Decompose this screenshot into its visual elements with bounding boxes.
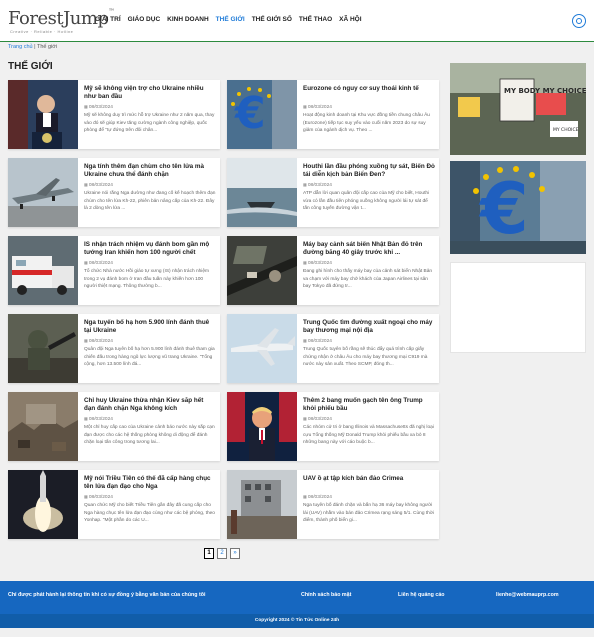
sign-text: MY CHOICE (553, 127, 579, 133)
article-excerpt: Hoạt động kinh doanh tại Khu vực đồng ti… (303, 113, 430, 134)
article-thumbnail[interactable] (227, 392, 297, 461)
article-card[interactable]: Houthi lần đầu phóng xuồng tự sát, Biển … (227, 158, 439, 227)
footer-ads-link[interactable]: Liên hệ quảng cáo (398, 592, 445, 598)
article-title[interactable]: IS nhận trách nhiệm vụ đánh bom gần mộ t… (84, 241, 216, 258)
article-excerpt: Đang ghi hình cho thấy máy bay của cảnh … (303, 269, 433, 290)
site-footer: Chỉ được phát hành lại thông tin khi có … (0, 581, 594, 614)
article-excerpt: ATP dẫn lời quan quân đội cấp cao của Mỹ… (303, 191, 430, 212)
article-title[interactable]: Chỉ huy Ukraine thừa nhận Kiev sắp hết đ… (84, 397, 216, 414)
article-title[interactable]: Mỹ nói Triều Tiên có thể đã cấp hàng chụ… (84, 475, 216, 492)
article-excerpt: Tổ chức Nhà nước Hồi giáo tự xưng (IS) n… (84, 269, 210, 290)
main-nav: GIẢI TRÍ GIÁO DỤC KINH DOANH THẾ GIỚI TH… (95, 16, 362, 23)
svg-text:€: € (478, 168, 529, 250)
article-date: 08/03/2024 (303, 494, 332, 500)
logo-text: ForestJump (8, 8, 109, 29)
article-thumbnail[interactable] (8, 80, 78, 149)
article-date: 08/03/2024 (84, 494, 113, 500)
article-date: 08/03/2024 (303, 182, 332, 188)
article-excerpt: Quân đội Nga tuyên bố hạ hơn 5.900 lính … (84, 347, 215, 368)
article-thumbnail[interactable] (227, 236, 297, 305)
page-button-1[interactable]: 1 (204, 548, 214, 559)
article-title[interactable]: Nga tuyển bố hạ hơn 5.900 lính đánh thuê… (84, 319, 216, 336)
article-thumbnail[interactable] (227, 158, 297, 227)
nav-item-giao-duc[interactable]: GIÁO DỤC (128, 16, 161, 23)
nav-item-the-gioi[interactable]: THẾ GIỚI (216, 16, 245, 23)
article-date: 08/03/2024 (84, 104, 113, 110)
footer-privacy-link[interactable]: Chính sách bảo mật (301, 592, 351, 598)
article-card[interactable]: UAV ồ ạt tập kích bán đảo Crimea 08/03/2… (227, 470, 439, 539)
article-date: 08/03/2024 (303, 260, 332, 266)
sidebar-ad-slot[interactable] (450, 262, 586, 353)
breadcrumb-home[interactable]: Trang chủ (8, 44, 33, 50)
article-thumbnail[interactable] (8, 236, 78, 305)
article-card[interactable]: Trung Quốc tìm đường xuất ngoại cho máy … (227, 314, 439, 383)
pagination: 1 2 » (204, 548, 240, 559)
copyright: Copyright 2024 © Tin Tức Online 24h (0, 614, 594, 628)
article-thumbnail[interactable]: € (227, 80, 297, 149)
sidebar-image-protest[interactable]: MY BODY MY CHOICE MY CHOICE (450, 63, 586, 155)
logo-tagline: Creative · Reliable · Hotline (10, 29, 74, 34)
footer-email-link[interactable]: lienhe@webmauprp.com (496, 592, 559, 598)
article-excerpt: Ukraine nói rằng Nga dường như đang cố k… (84, 191, 216, 212)
page-button-2[interactable]: 2 (217, 548, 227, 559)
nav-item-the-thao[interactable]: THỂ THAO (299, 16, 332, 23)
article-title[interactable]: Houthi lần đầu phóng xuồng tự sát, Biển … (303, 163, 435, 180)
article-card[interactable]: Nga tính thêm đạn chùm cho tên lửa mà Uk… (8, 158, 220, 227)
article-date: 08/03/2024 (303, 104, 332, 110)
next-page-button[interactable]: » (230, 548, 240, 559)
nav-item-xa-hoi[interactable]: XÃ HỘI (339, 16, 361, 23)
page-title: THẾ GIỚI (8, 61, 53, 72)
breadcrumb-current: Thế giới (36, 44, 58, 50)
article-card[interactable]: Nga tuyển bố hạ hơn 5.900 lính đánh thuê… (8, 314, 220, 383)
article-excerpt: Mỹ sẽ không duy trì mức hỗ trợ Ukraine n… (84, 113, 215, 134)
breadcrumb: Trang chủ | Thế giới (8, 44, 57, 50)
article-date: 08/03/2024 (84, 338, 113, 344)
article-thumbnail[interactable] (8, 392, 78, 461)
article-card[interactable]: Mỹ nói Triều Tiên có thể đã cấp hàng chụ… (8, 470, 220, 539)
article-excerpt: Một chỉ huy cấp cao của Ukraine cảnh báo… (84, 425, 215, 446)
article-excerpt: Trung Quốc tuyên bố rằng sẽ thúc đẩy quá… (303, 347, 428, 368)
article-title[interactable]: Mỹ sẽ không viện trợ cho Ukraine nhiều n… (84, 85, 216, 102)
footer-license-notice: Chỉ được phát hành lại thông tin khi có … (8, 592, 206, 598)
article-title[interactable]: Thêm 2 bang muốn gạch tên ông Trump khỏi… (303, 397, 435, 414)
article-date: 08/03/2024 (84, 416, 113, 422)
article-card[interactable]: Máy bay cảnh sát biển Nhật Bản đỗ trên đ… (227, 236, 439, 305)
article-title[interactable]: Máy bay cảnh sát biển Nhật Bản đỗ trên đ… (303, 241, 435, 258)
article-card[interactable]: Thêm 2 bang muốn gạch tên ông Trump khỏi… (227, 392, 439, 461)
article-card[interactable]: IS nhận trách nhiệm vụ đánh bom gần mộ t… (8, 236, 220, 305)
article-excerpt: Nga tuyên bố đánh chặn và bắn hạ 36 máy … (303, 503, 435, 524)
article-title[interactable]: UAV ồ ạt tập kích bán đảo Crimea (303, 475, 435, 483)
article-title[interactable]: Nga tính thêm đạn chùm cho tên lửa mà Uk… (84, 163, 216, 180)
article-title[interactable]: Trung Quốc tìm đường xuất ngoại cho máy … (303, 319, 435, 336)
article-thumbnail[interactable] (8, 470, 78, 539)
article-date: 08/03/2024 (303, 416, 332, 422)
article-card[interactable]: Chỉ huy Ukraine thừa nhận Kiev sắp hết đ… (8, 392, 220, 461)
article-date: 08/03/2024 (84, 182, 113, 188)
sidebar-image-euro[interactable]: € (450, 161, 586, 254)
article-thumbnail[interactable] (8, 158, 78, 227)
article-card[interactable]: Mỹ sẽ không viện trợ cho Ukraine nhiều n… (8, 80, 220, 149)
site-header: ForestJump™ Creative · Reliable · Hotlin… (0, 0, 594, 42)
search-icon[interactable] (572, 14, 586, 28)
article-thumbnail[interactable] (8, 314, 78, 383)
nav-item-kinh-doanh[interactable]: KINH DOANH (167, 16, 209, 23)
article-date: 08/03/2024 (303, 338, 332, 344)
article-title[interactable]: Eurozone có nguy cơ suy thoái kinh tế (303, 85, 435, 93)
article-excerpt: Quan chức Mỹ cho biết Triều Tiên gần đây… (84, 503, 215, 524)
nav-item-giai-tri[interactable]: GIẢI TRÍ (95, 16, 121, 23)
breadcrumb-separator: | (34, 44, 36, 50)
article-thumbnail[interactable] (227, 314, 297, 383)
article-card[interactable]: € Eurozone có nguy cơ suy thoái kinh tế … (227, 80, 439, 149)
article-date: 08/03/2024 (84, 260, 113, 266)
article-thumbnail[interactable] (227, 470, 297, 539)
article-excerpt: Các nhóm cử tri ở bang Illinois và Massa… (303, 425, 434, 446)
nav-item-the-gioi-so[interactable]: THẾ GIỚI SỐ (252, 16, 292, 23)
